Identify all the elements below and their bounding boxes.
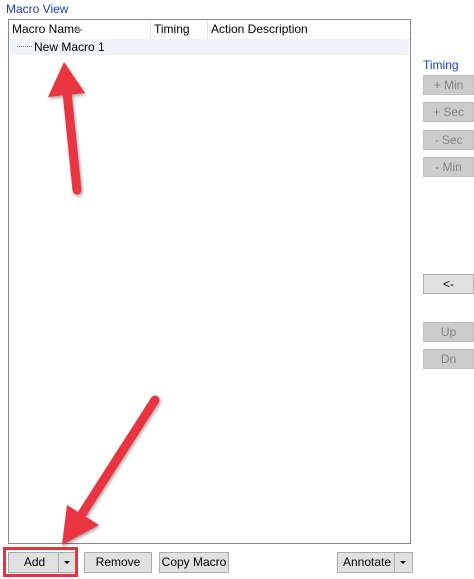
annotate-button[interactable]: Annotate [338,553,396,572]
plus-sec-button[interactable]: + Sec [423,102,474,122]
timing-group-label: Timing [423,58,459,72]
macro-view-window: Macro View Macro Name Timing Action Desc… [0,0,474,579]
macro-tree-view[interactable]: Macro Name Timing Action Description New… [8,19,411,544]
minus-sec-button[interactable]: - Sec [423,130,474,150]
add-split-button[interactable]: Add [8,552,77,573]
column-header-macro-name-label: Macro Name [12,22,81,36]
insert-action-button[interactable]: <- [423,274,474,294]
macro-view-title: Macro View [6,2,69,16]
minus-min-button[interactable]: - Min [423,157,474,177]
tree-row-macro[interactable]: New Macro 1 [10,39,409,55]
move-down-button[interactable]: Dn [423,349,474,369]
column-header-timing-label: Timing [154,22,190,36]
tree-connector-icon [17,46,32,47]
plus-min-button[interactable]: + Min [423,75,474,95]
move-up-button[interactable]: Up [423,322,474,342]
annotate-split-button[interactable]: Annotate [337,552,413,573]
add-dropdown-button[interactable] [58,553,76,572]
annotate-dropdown-button[interactable] [394,553,412,572]
column-header-timing[interactable]: Timing [151,20,208,39]
chevron-down-icon [64,561,70,564]
column-header-action-description[interactable]: Action Description [208,20,410,39]
copy-macro-button[interactable]: Copy Macro [159,552,229,573]
column-header-action-description-label: Action Description [211,22,308,36]
chevron-down-icon [400,561,406,564]
column-header-macro-name[interactable]: Macro Name [9,20,151,39]
remove-button[interactable]: Remove [84,552,152,573]
macro-name-label: New Macro 1 [34,40,105,54]
sort-ascending-icon [73,26,83,31]
tree-header-row: Macro Name Timing Action Description [9,20,410,40]
add-button[interactable]: Add [9,553,60,572]
